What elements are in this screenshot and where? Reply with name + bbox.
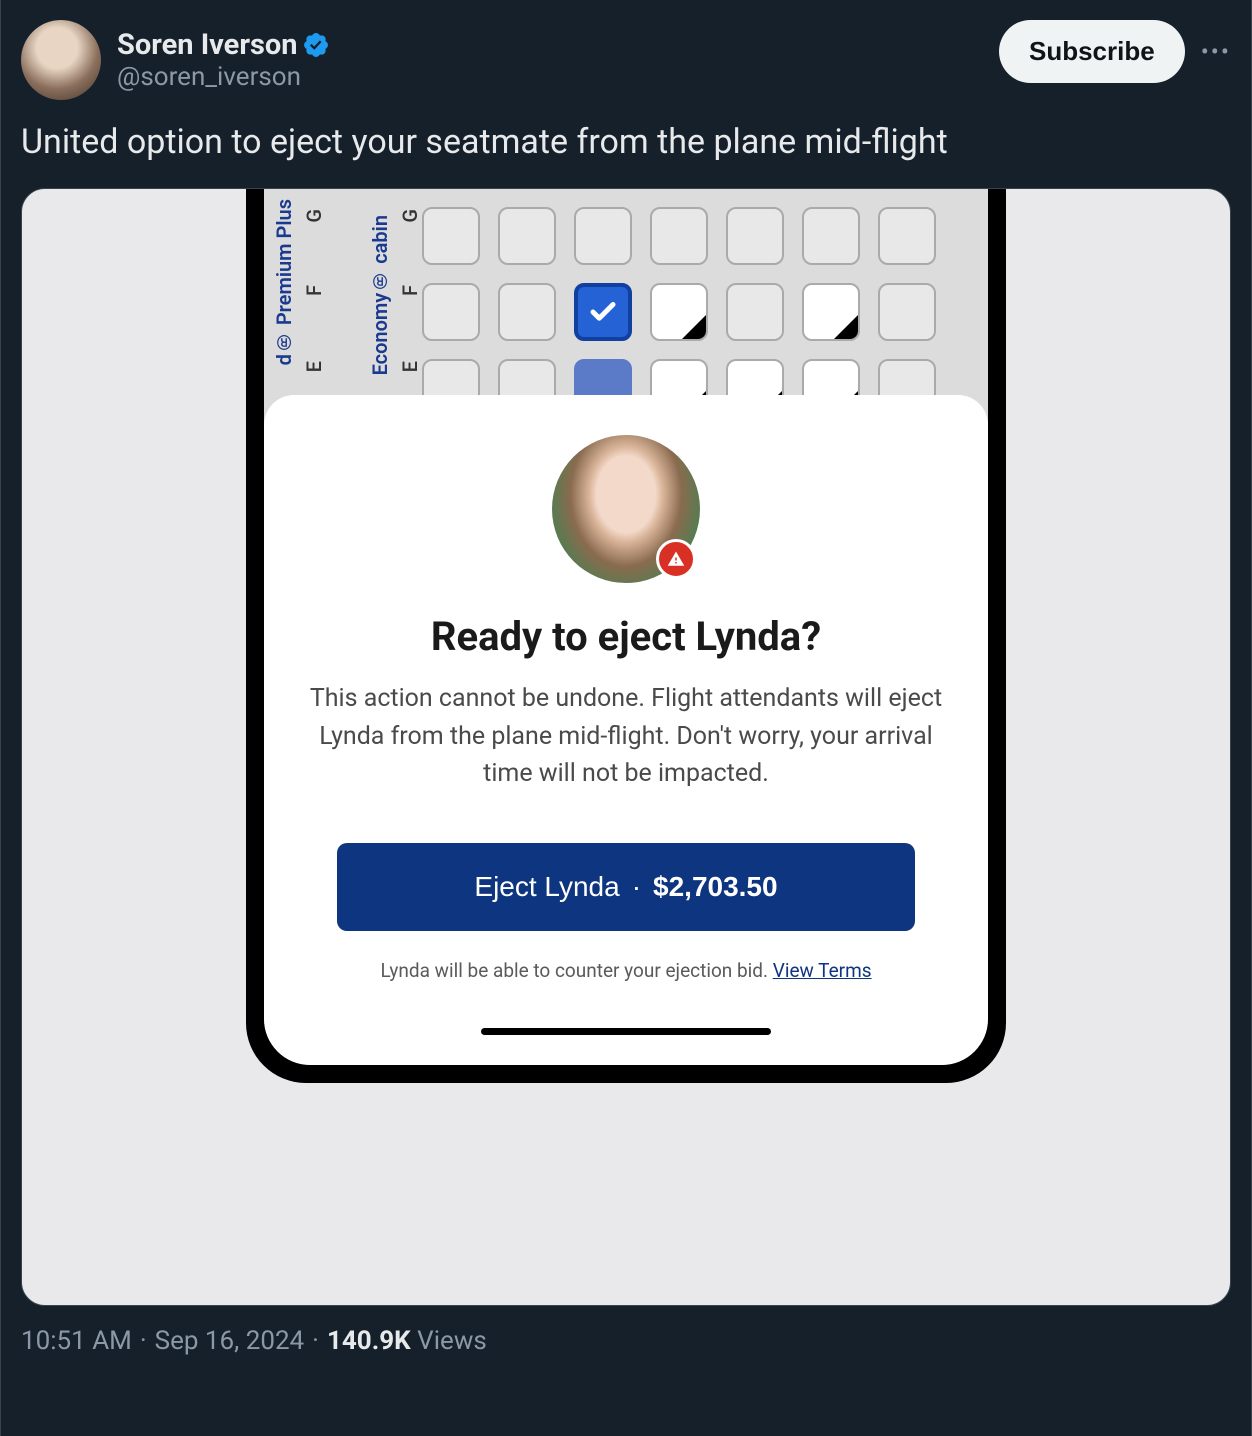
seat-occupied[interactable]	[650, 283, 708, 341]
modal-title: Ready to eject Lynda?	[296, 613, 956, 660]
views-count[interactable]: 140.9K	[327, 1326, 411, 1356]
tweet-header: Soren Iverson @soren_iverson Subscribe •…	[21, 20, 1231, 100]
eject-modal: Ready to eject Lynda? This action cannot…	[264, 395, 988, 1065]
seat[interactable]	[498, 283, 556, 341]
modal-footer: Lynda will be able to counter your eject…	[296, 959, 956, 982]
seat-occupied[interactable]	[802, 283, 860, 341]
views-label: Views	[417, 1326, 487, 1356]
home-indicator[interactable]	[481, 1028, 771, 1035]
tweet-card: Soren Iverson @soren_iverson Subscribe •…	[0, 0, 1252, 1436]
author-avatar[interactable]	[21, 20, 101, 100]
phone-frame: d® Premium Plus G F E Economy® cabin G F…	[246, 188, 1006, 1083]
seat[interactable]	[878, 283, 936, 341]
tweet-meta: 10:51 AM · Sep 16, 2024 · 140.9K Views	[21, 1326, 1231, 1356]
seat[interactable]	[802, 207, 860, 265]
subscribe-button[interactable]: Subscribe	[999, 20, 1185, 83]
row-letter: E	[302, 361, 326, 372]
premium-class-label: d® Premium Plus	[272, 199, 296, 365]
tweet-text: United option to eject your seatmate fro…	[21, 120, 1231, 164]
verified-badge-icon	[302, 31, 330, 59]
row-letter: F	[398, 285, 422, 296]
button-separator: ·	[632, 871, 641, 903]
seat[interactable]	[422, 283, 480, 341]
row-letter: F	[302, 285, 326, 296]
seat[interactable]	[574, 207, 632, 265]
more-options-icon[interactable]: •••	[1201, 38, 1231, 66]
eject-button-label: Eject Lynda	[474, 871, 619, 903]
modal-body-text: This action cannot be undone. Flight att…	[296, 680, 956, 793]
seat[interactable]	[726, 283, 784, 341]
passenger-avatar	[552, 435, 700, 583]
author-handle[interactable]: @soren_iverson	[117, 62, 330, 92]
view-terms-link[interactable]: View Terms	[773, 959, 872, 982]
seat[interactable]	[878, 207, 936, 265]
checkmark-icon	[588, 297, 618, 327]
seat[interactable]	[726, 207, 784, 265]
row-letter: E	[398, 361, 422, 372]
tweet-timestamp[interactable]: 10:51 AM	[21, 1326, 132, 1356]
tweet-media[interactable]: d® Premium Plus G F E Economy® cabin G F…	[21, 188, 1231, 1306]
meta-separator: ·	[312, 1326, 319, 1356]
economy-class-label: Economy® cabin	[368, 215, 392, 375]
seat-selected-user[interactable]	[574, 283, 632, 341]
alert-badge-icon	[656, 539, 696, 579]
seat-map: d® Premium Plus G F E Economy® cabin G F…	[264, 188, 988, 425]
row-letter: G	[302, 209, 326, 223]
seat[interactable]	[422, 207, 480, 265]
eject-button[interactable]: Eject Lynda · $2,703.50	[337, 843, 915, 931]
tweet-date[interactable]: Sep 16, 2024	[155, 1326, 305, 1356]
user-block[interactable]: Soren Iverson @soren_iverson	[21, 20, 330, 100]
seat[interactable]	[650, 207, 708, 265]
footer-text: Lynda will be able to counter your eject…	[380, 959, 772, 982]
row-letter: G	[398, 209, 422, 223]
eject-button-price: $2,703.50	[653, 871, 778, 903]
phone-screen: d® Premium Plus G F E Economy® cabin G F…	[264, 188, 988, 1065]
author-name[interactable]: Soren Iverson	[117, 28, 298, 62]
seat[interactable]	[498, 207, 556, 265]
meta-separator: ·	[140, 1326, 147, 1356]
